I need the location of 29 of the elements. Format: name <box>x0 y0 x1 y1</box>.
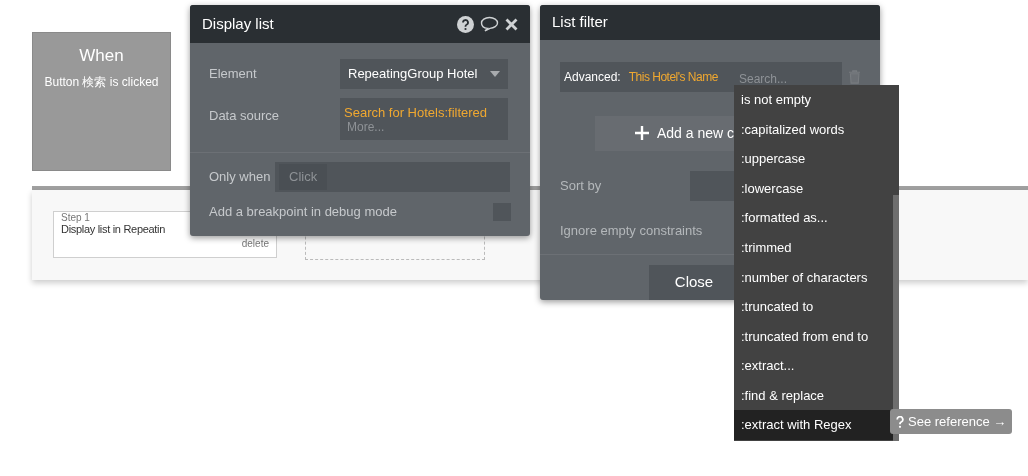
step-text: Display list in Repeatin <box>61 223 166 236</box>
menu-item[interactable]: :find & replace <box>734 380 893 411</box>
plus-icon <box>635 126 649 140</box>
event-description: Button 検索 is clicked <box>44 73 159 91</box>
close-icon[interactable] <box>505 17 518 31</box>
scrollbar[interactable] <box>893 195 899 441</box>
comment-icon[interactable] <box>480 16 499 32</box>
menu-item[interactable]: :truncated from end to <box>734 321 893 352</box>
menu-item[interactable]: :extract... <box>734 351 893 381</box>
step-label: Step 1 <box>61 212 90 223</box>
field-label: Element <box>209 65 258 84</box>
menu-item[interactable]: :lowercase <box>734 173 893 204</box>
field-label: Data source <box>209 107 281 125</box>
help-icon[interactable] <box>457 15 474 33</box>
field-label: Only when <box>209 168 272 187</box>
element-dropdown[interactable]: RepeatingGroup Hotel <box>340 59 508 89</box>
caret-icon <box>490 71 500 77</box>
trash-icon[interactable] <box>848 69 860 84</box>
field-label: Sort by <box>560 176 603 195</box>
help-icon <box>896 415 904 428</box>
panel-title: Display list <box>202 13 275 34</box>
field-label: Ignore empty constraints <box>560 221 704 240</box>
event-title: When <box>79 45 124 67</box>
menu-item[interactable]: :formatted as... <box>734 203 893 233</box>
delete-link[interactable]: delete <box>241 236 269 251</box>
menu-item[interactable]: :extract with Regex <box>734 410 893 440</box>
menu-item[interactable]: :trimmed <box>734 232 893 263</box>
panel-title: List filter <box>552 12 608 32</box>
data-source-field[interactable]: Search for Hotels:filtered More... <box>340 98 508 140</box>
